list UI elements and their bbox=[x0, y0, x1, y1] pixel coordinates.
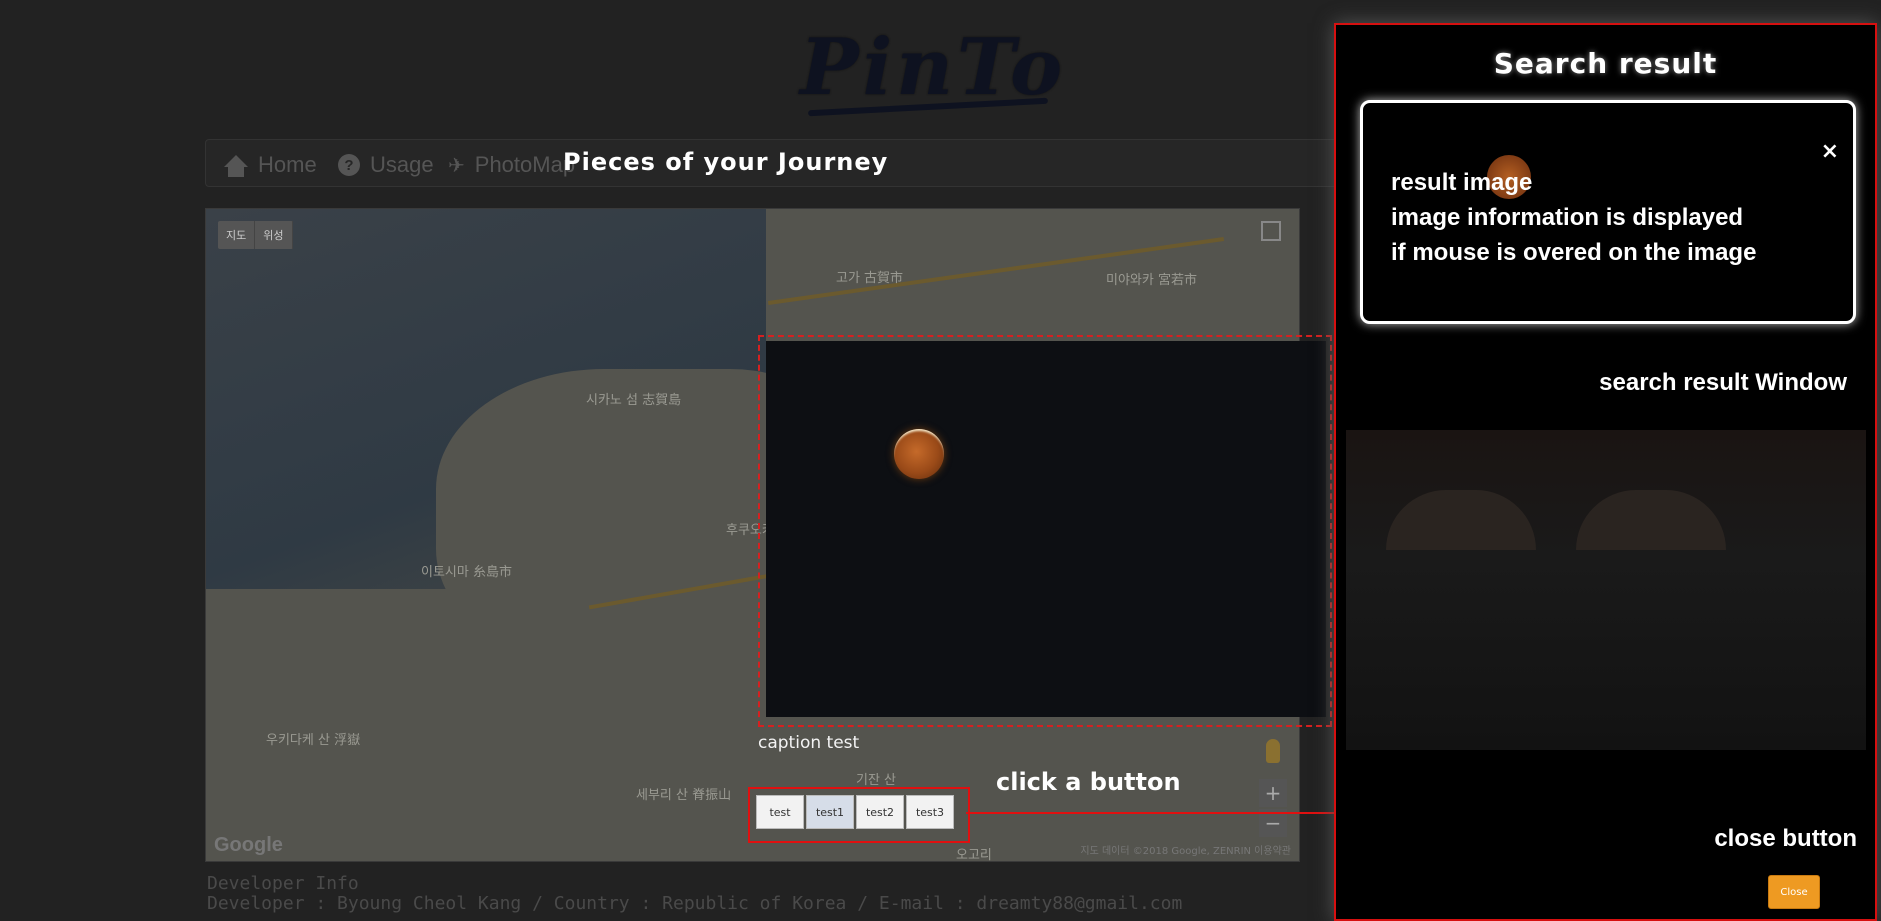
nav-usage-label: Usage bbox=[370, 152, 434, 177]
umbrella-shape bbox=[1386, 490, 1536, 550]
section-title: Pieces of your Journey bbox=[563, 148, 889, 176]
photo-button-test1[interactable]: test1 bbox=[806, 795, 854, 829]
map-label: 미야와카 宮若市 bbox=[1106, 273, 1197, 288]
map-type-map-button[interactable]: 지도 bbox=[218, 221, 256, 249]
map-controls: + − bbox=[1259, 739, 1287, 839]
map-type-control: 지도 위성 bbox=[218, 221, 293, 249]
map-copyright[interactable]: 지도 데이터 ©2018 Google, ZENRIN 이용약관 bbox=[1080, 842, 1291, 857]
map-label: 이토시마 糸島市 bbox=[421, 565, 512, 580]
photo-button-test2[interactable]: test2 bbox=[856, 795, 904, 829]
zoom-in-button[interactable]: + bbox=[1259, 779, 1287, 807]
developer-info: Developer Info Developer : Byoung Cheol … bbox=[207, 874, 1182, 914]
result-description: result image image information is displa… bbox=[1391, 165, 1756, 270]
result-text-line: image information is displayed bbox=[1391, 204, 1744, 231]
close-button-annotation: close button bbox=[1714, 825, 1857, 852]
click-button-annotation: click a button bbox=[996, 768, 1181, 796]
developer-info-heading: Developer Info bbox=[207, 873, 359, 894]
google-logo: Google bbox=[214, 834, 283, 856]
photo-button-test[interactable]: test bbox=[756, 795, 804, 829]
map-label: 세부리 산 脊振山 bbox=[636, 788, 732, 803]
nav-photomap[interactable]: ✈ PhotoMap bbox=[448, 152, 575, 178]
nav-photomap-label: PhotoMap bbox=[474, 152, 576, 177]
photo-button-test3[interactable]: test3 bbox=[906, 795, 954, 829]
home-icon bbox=[224, 155, 248, 177]
close-button[interactable]: Close bbox=[1768, 875, 1820, 909]
photo-viewer bbox=[758, 335, 1332, 727]
map-label: 오고리 bbox=[956, 848, 992, 862]
annotation-arrow bbox=[966, 812, 1366, 814]
map-label: 우키다케 산 浮嶽 bbox=[266, 733, 361, 748]
nav-home[interactable]: Home bbox=[224, 152, 317, 178]
pegman-icon[interactable] bbox=[1266, 739, 1280, 763]
umbrella-shape bbox=[1576, 490, 1726, 550]
search-result-panel: Search result result image image informa… bbox=[1334, 23, 1877, 921]
developer-info-details: Developer : Byoung Cheol Kang / Country … bbox=[207, 893, 1183, 914]
result-text-line: result image bbox=[1391, 169, 1533, 196]
question-icon: ? bbox=[338, 154, 360, 176]
map-label: 기잔 산 bbox=[856, 773, 897, 788]
plane-icon: ✈ bbox=[448, 154, 465, 177]
close-icon[interactable]: × bbox=[1821, 139, 1839, 164]
fullscreen-icon[interactable] bbox=[1261, 221, 1281, 241]
photo-image bbox=[766, 341, 1326, 717]
nav-usage[interactable]: ? Usage bbox=[338, 152, 434, 178]
photo-caption: caption test bbox=[758, 733, 860, 753]
nav-home-label: Home bbox=[258, 152, 317, 177]
panel-background-photo bbox=[1346, 430, 1866, 750]
search-result-window-annotation: search result Window bbox=[1599, 369, 1847, 396]
result-text-line: if mouse is overed on the image bbox=[1391, 239, 1757, 266]
map-type-satellite-button[interactable]: 위성 bbox=[255, 221, 293, 249]
photo-buttons: test test1 test2 test3 bbox=[756, 795, 956, 829]
map-label: 시카노 섬 志賀島 bbox=[586, 393, 682, 408]
map-label: 고가 古賀市 bbox=[836, 271, 904, 286]
result-card[interactable]: result image image information is displa… bbox=[1360, 100, 1856, 324]
moon-image bbox=[894, 429, 944, 479]
panel-title: Search result bbox=[1493, 47, 1718, 80]
